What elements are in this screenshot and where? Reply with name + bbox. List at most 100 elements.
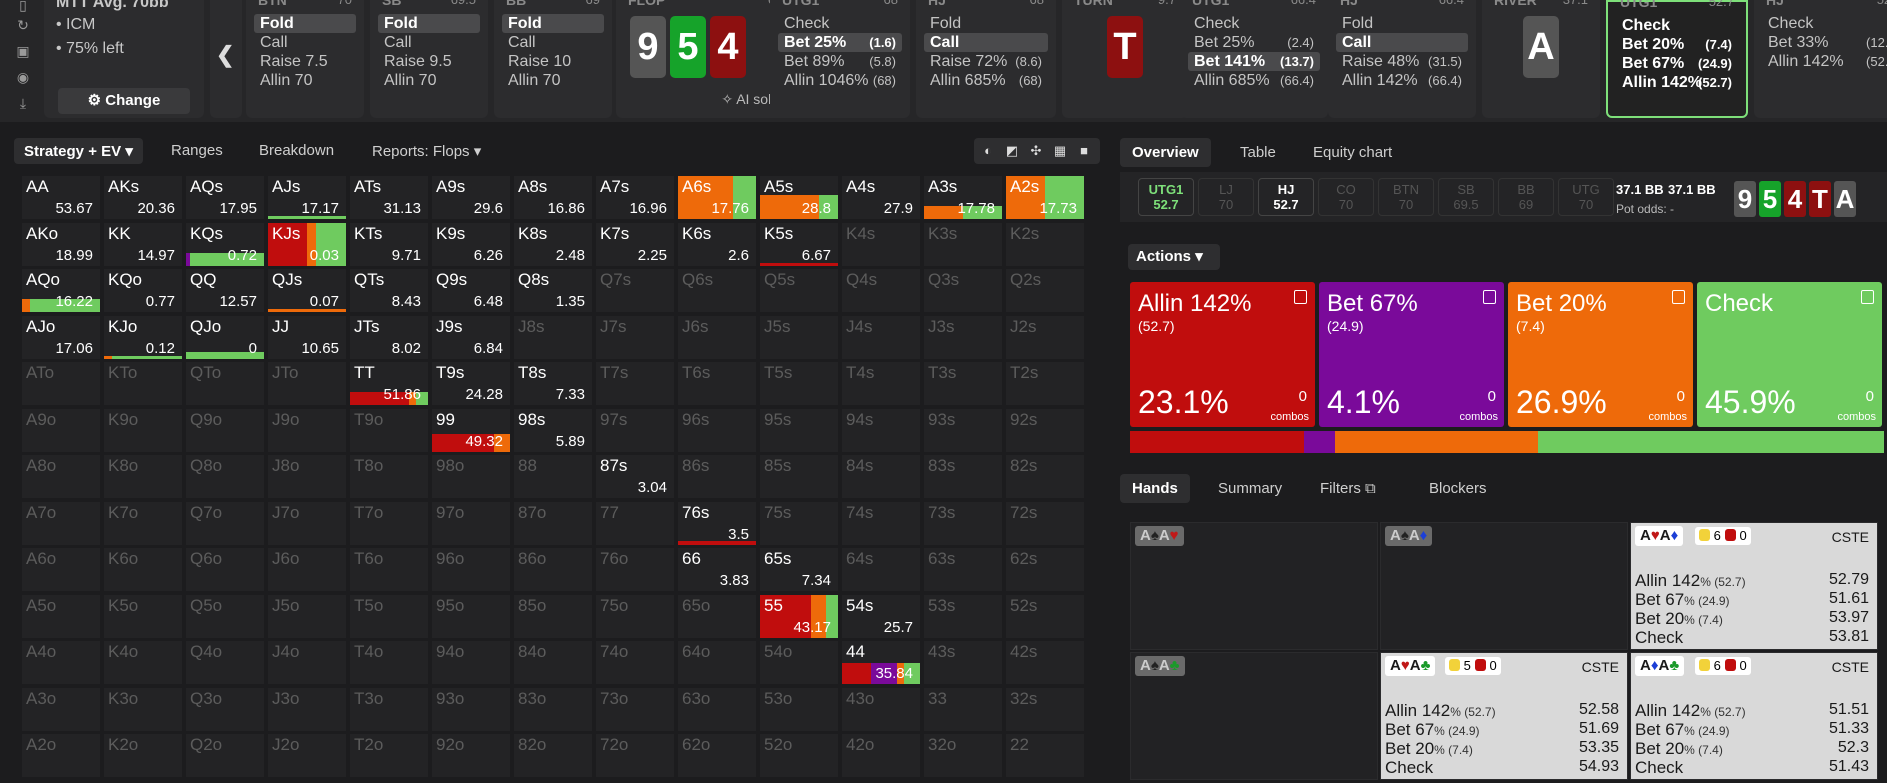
hand-cell-j4o[interactable]: J4o [268,641,348,686]
hand-cell-k8o[interactable]: K8o [104,455,184,500]
hand-combo-cell[interactable]: A♠A♦ [1380,522,1628,650]
hand-cell-aqo[interactable]: AQo 16.22 [22,269,102,314]
hand-cell-96o[interactable]: 96o [432,548,512,593]
hand-cell-qto[interactable]: QTo [186,362,266,407]
history-option[interactable]: Check [778,14,902,33]
hand-cell-85o[interactable]: 85o [514,594,594,640]
hand-cell-j3s[interactable]: J3s [924,315,1004,361]
hand-cell-kk[interactable]: KK 14.97 [104,222,184,268]
hand-cell-86o[interactable]: 86o [514,548,594,593]
hand-cell-93o[interactable]: 93o [432,687,512,733]
history-option[interactable]: Bet 67% (24.9) [1616,54,1738,73]
hand-cell-76o[interactable]: 76o [596,548,676,593]
history-option[interactable]: Fold [502,14,604,33]
history-option[interactable]: Raise 9.5 [378,52,480,71]
hand-cell-j6s[interactable]: J6s [678,315,758,361]
hand-cell-72s[interactable]: 72s [1006,501,1086,547]
hand-cell-64o[interactable]: 64o [678,641,758,686]
hand-cell-55[interactable]: 55 43.17 [760,594,840,640]
hand-cell-22[interactable]: 22 [1006,734,1086,779]
history-option[interactable]: Allin 142%(52.7) [1762,52,1887,71]
hand-cell-k2s[interactable]: K2s [1006,222,1086,268]
hand-cell-k8s[interactable]: K8s 2.48 [514,222,594,268]
hand-cell-j8s[interactable]: J8s [514,315,594,361]
hand-cell-75s[interactable]: 75s [760,501,840,547]
history-option[interactable]: Allin 1046% (68) [778,71,902,90]
grid-icon[interactable]: ▦ [1052,143,1068,159]
hand-cell-k9s[interactable]: K9s 6.26 [432,222,512,268]
hand-cell-83o[interactable]: 83o [514,687,594,733]
action-card-check[interactable]: Check 45.9% 0 combos [1697,282,1882,427]
hand-cell-j9o[interactable]: J9o [268,408,348,454]
hand-cell-95s[interactable]: 95s [760,408,840,454]
tab-overview[interactable]: Overview [1120,138,1211,167]
notes-icon[interactable] [1483,290,1496,304]
hand-cell-j5s[interactable]: J5s [760,315,840,361]
hand-cell-t6s[interactable]: T6s [678,362,758,407]
history-option[interactable]: Bet 89% (5.8) [778,52,902,71]
hand-cell-54o[interactable]: 54o [760,641,840,686]
hand-cell-t8o[interactable]: T8o [350,455,430,500]
hand-cell-k6o[interactable]: K6o [104,548,184,593]
history-hj-11[interactable]: HJ 52.7 CheckBet 33%(12.2)Allin 142%(52.7) [1754,0,1887,118]
change-button[interactable]: ⚙ Change [58,88,190,114]
history-option[interactable]: Check [1762,14,1887,33]
hand-cell-k2o[interactable]: K2o [104,734,184,779]
hand-cell-88[interactable]: 88 [514,455,594,500]
back-button[interactable]: ❮ [210,0,242,118]
history-option[interactable]: Fold [924,14,1048,33]
tab-reports-flops[interactable]: Reports: Flops ▾ [372,142,481,160]
hand-cell-a4s[interactable]: A4s 27.9 [842,176,922,221]
history-option[interactable]: Allin 142% (66.4) [1336,71,1468,90]
hand-cell-t2s[interactable]: T2s [1006,362,1086,407]
hand-cell-q7s[interactable]: Q7s [596,269,676,314]
hand-cell-42s[interactable]: 42s [1006,641,1086,686]
hand-cell-q5s[interactable]: Q5s [760,269,840,314]
history-option[interactable]: Call [378,33,480,52]
hand-cell-a5s[interactable]: A5s 28.8 [760,176,840,221]
hand-cell-q8o[interactable]: Q8o [186,455,266,500]
hand-cell-98s[interactable]: 98s 5.89 [514,408,594,454]
hand-cell-q6s[interactable]: Q6s [678,269,758,314]
hand-cell-t5s[interactable]: T5s [760,362,840,407]
history-option[interactable]: Allin 70 [378,71,480,90]
contrast-icon[interactable]: ◐ [980,143,996,159]
hand-cell-44[interactable]: 44 35.84 [842,641,922,686]
hand-cell-a6s[interactable]: A6s 17.76 [678,176,758,221]
history-option[interactable]: Raise 72% (8.6) [924,52,1048,71]
hand-cell-a7o[interactable]: A7o [22,501,102,547]
action-card-bet67[interactable]: Bet 67% (24.9) 4.1% 0 combos [1319,282,1504,427]
bookmark-icon[interactable]: ▯ [14,0,32,14]
hand-cell-t9o[interactable]: T9o [350,408,430,454]
hand-cell-kto[interactable]: KTo [104,362,184,407]
history-option[interactable]: Call [502,33,604,52]
history-option[interactable]: Allin 685% (66.4) [1188,71,1320,90]
history-option[interactable]: Call [1336,33,1468,52]
hand-cell-64s[interactable]: 64s [842,548,922,593]
hand-cell-62o[interactable]: 62o [678,734,758,779]
position-utg1[interactable]: UTG1 52.7 [1138,178,1194,216]
hand-cell-62s[interactable]: 62s [1006,548,1086,593]
history-bb-2[interactable]: BB 69 FoldCallRaise 10Allin 70 [494,0,612,118]
hand-cell-42o[interactable]: 42o [842,734,922,779]
hand-cell-q5o[interactable]: Q5o [186,594,266,640]
hand-cell-k4o[interactable]: K4o [104,641,184,686]
hand-cell-j5o[interactable]: J5o [268,594,348,640]
hand-cell-65s[interactable]: 65s 7.34 [760,548,840,593]
hand-cell-t3o[interactable]: T3o [350,687,430,733]
history-option[interactable]: Bet 141% (13.7) [1188,52,1320,71]
hand-cell-72o[interactable]: 72o [596,734,676,779]
hand-cell-a8s[interactable]: A8s 16.86 [514,176,594,221]
hand-cell-k7o[interactable]: K7o [104,501,184,547]
hand-cell-kqo[interactable]: KQo 0.77 [104,269,184,314]
hand-cell-t5o[interactable]: T5o [350,594,430,640]
hand-combo-cell[interactable]: A♥A♣ 5 0 CSTE Allin 142% (52.7) 52.58 Bet 67… [1380,652,1628,780]
hand-cell-92s[interactable]: 92s [1006,408,1086,454]
hand-cell-ajo[interactable]: AJo 17.06 [22,315,102,361]
hand-cell-94s[interactable]: 94s [842,408,922,454]
hand-cell-97s[interactable]: 97s [596,408,676,454]
actions-dropdown[interactable]: Actions ▾ [1128,244,1220,270]
hand-combo-cell[interactable]: A♠A♥ [1130,522,1378,650]
tab-filters[interactable]: Filters ⧉ [1320,480,1376,497]
history-hj-5[interactable]: HJ 68 FoldCallRaise 72%(8.6)Allin 685%(68) [916,0,1056,118]
